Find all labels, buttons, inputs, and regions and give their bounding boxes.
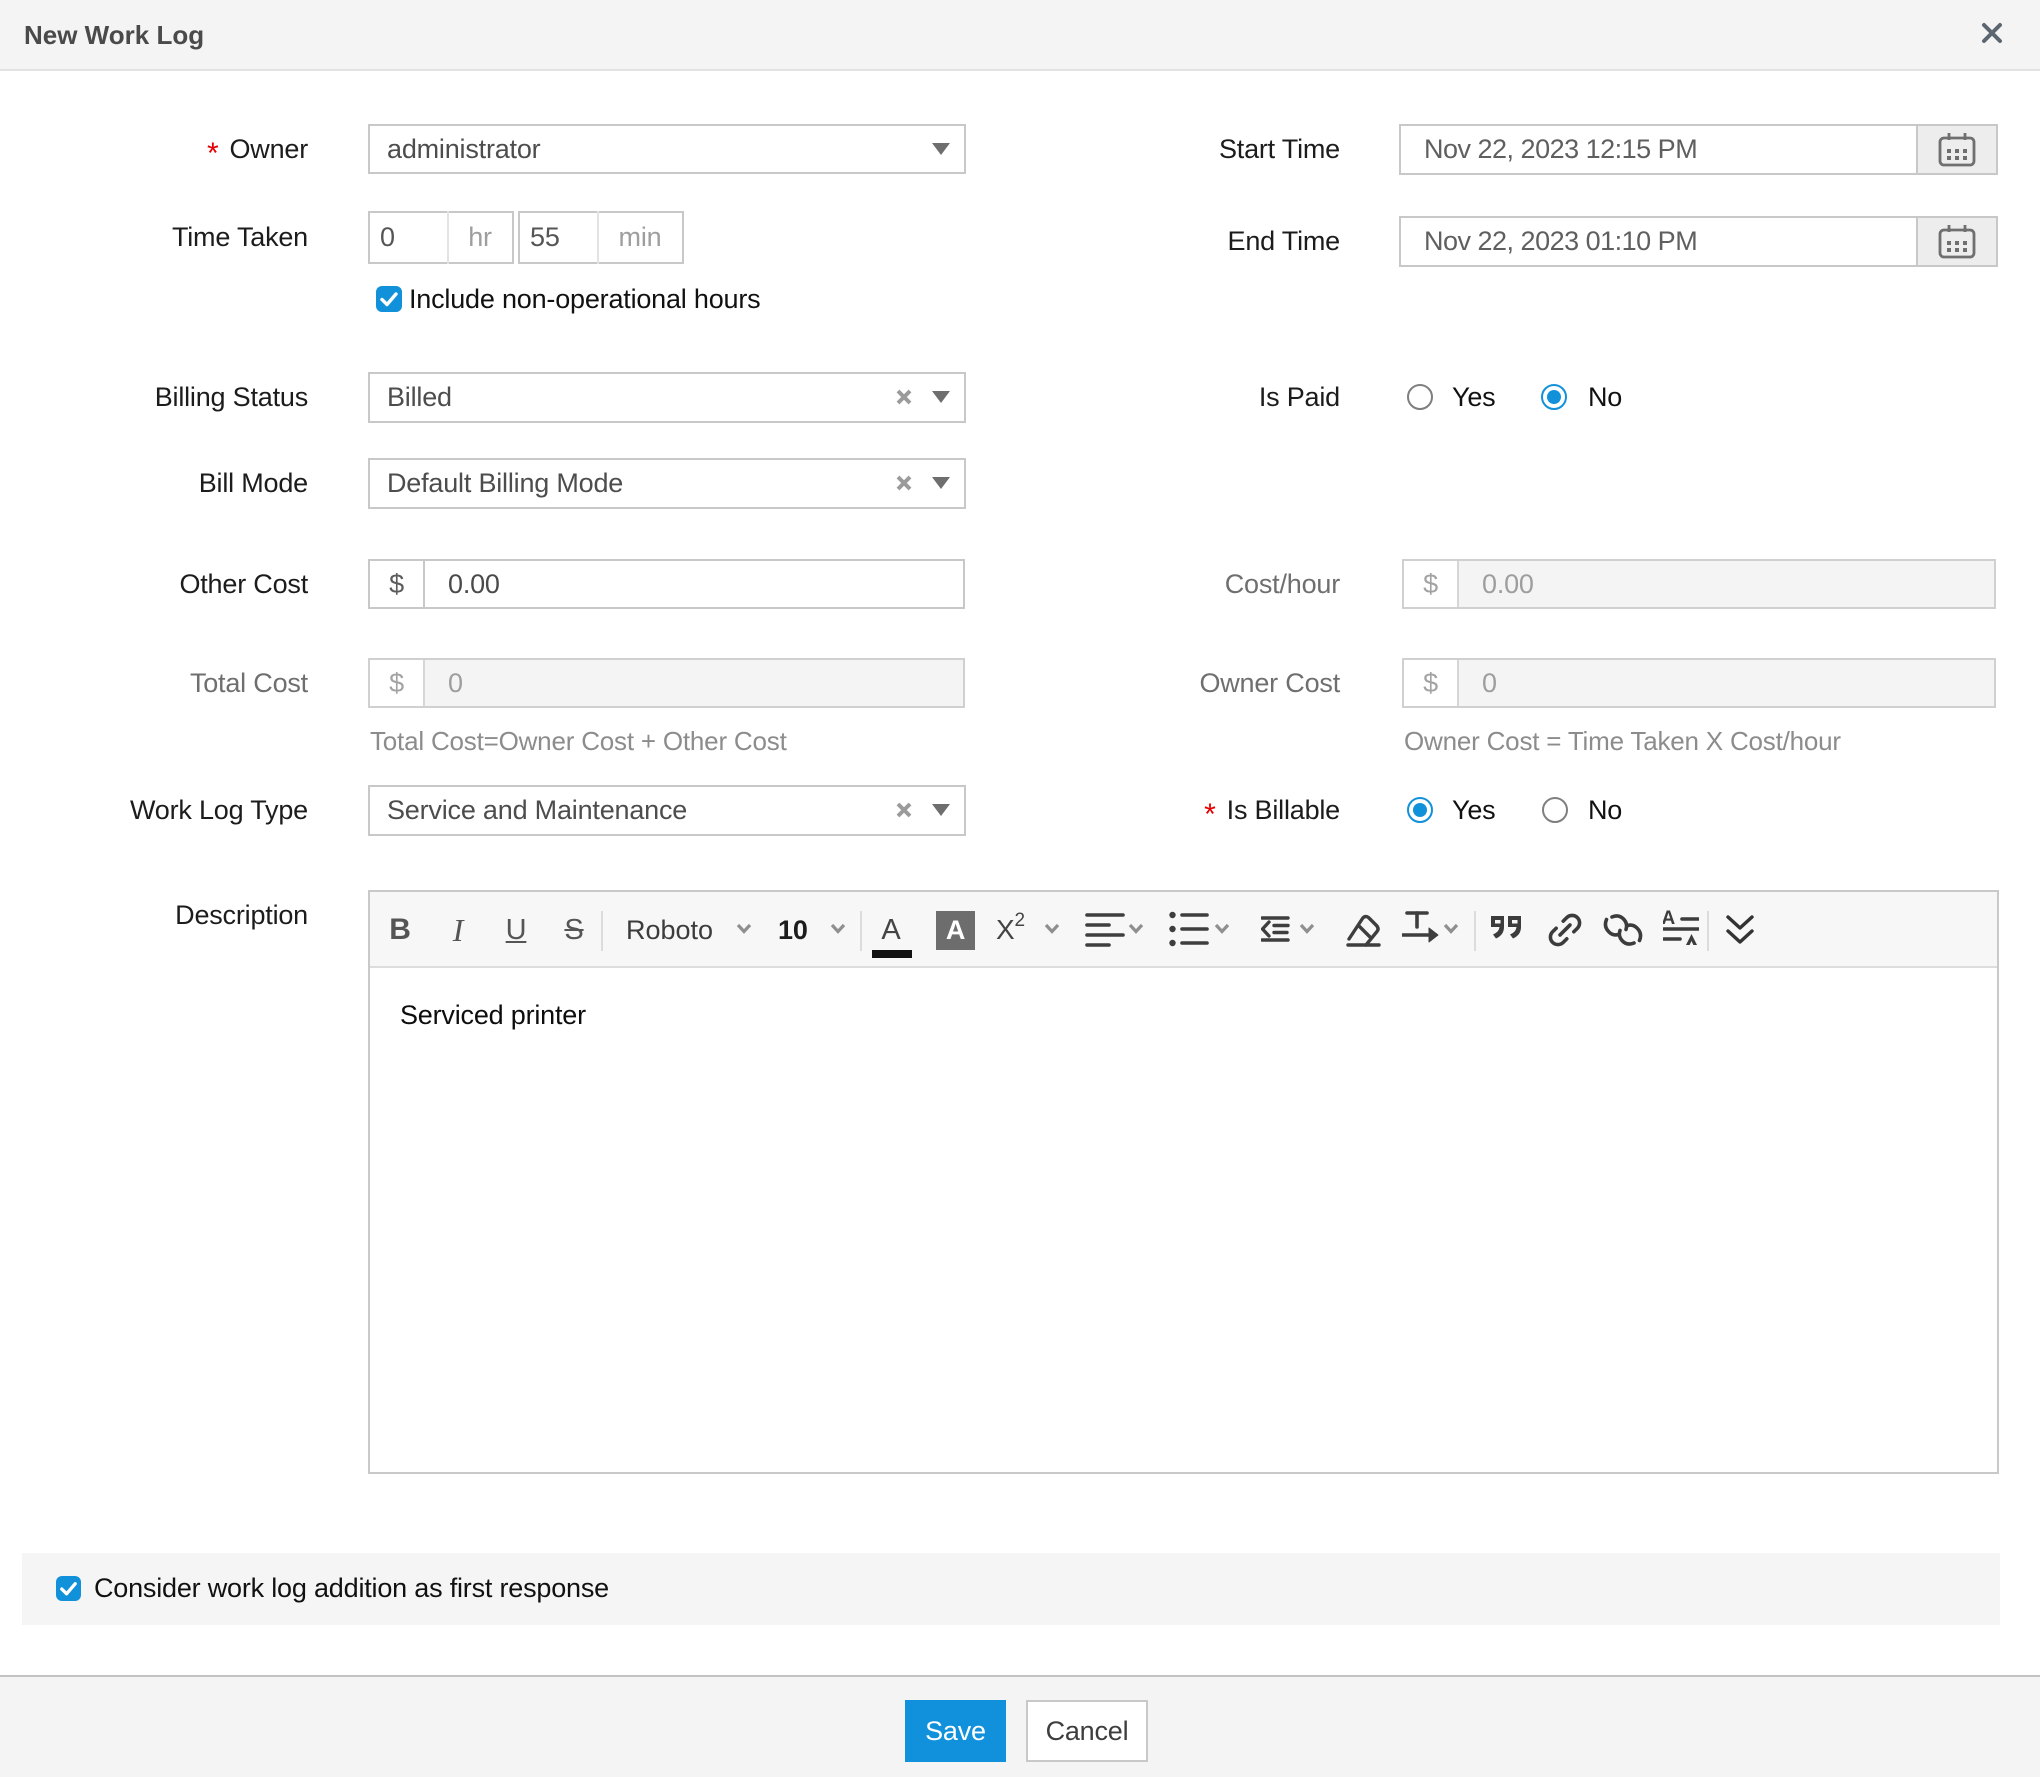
svg-text:A: A bbox=[1663, 908, 1676, 929]
